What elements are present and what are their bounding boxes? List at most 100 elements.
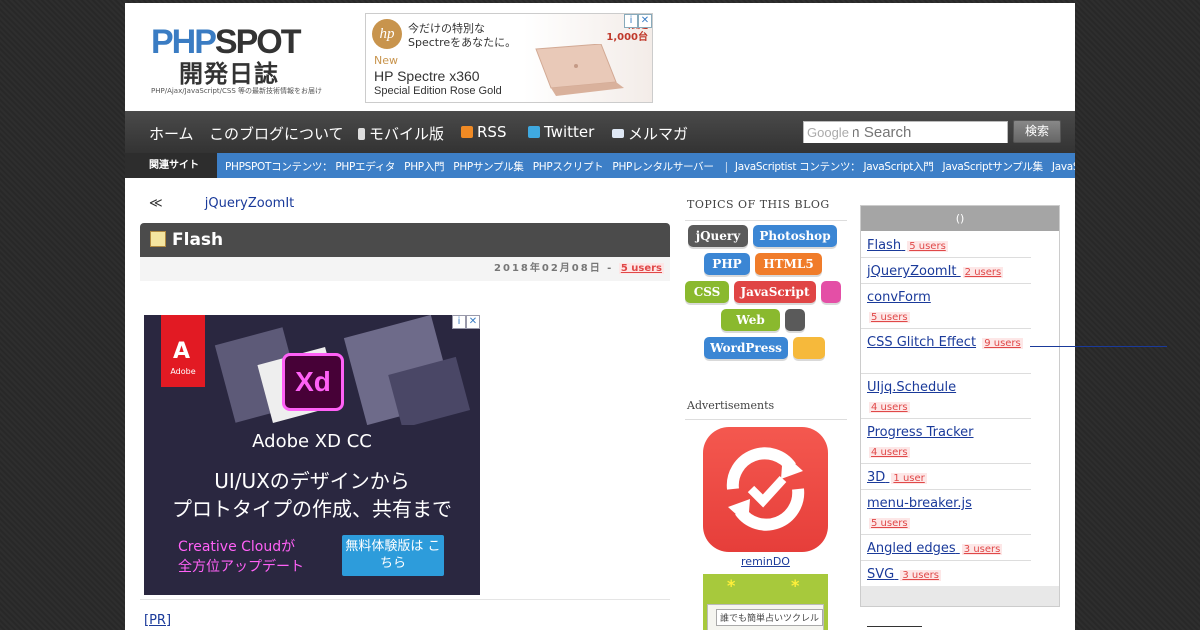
nav-mobile[interactable]: モバイル版 xyxy=(358,123,444,144)
hatena-users-badge[interactable]: 5 users xyxy=(618,263,664,274)
users-badge[interactable]: 1 user xyxy=(891,473,927,484)
link-php-samples[interactable]: PHPサンプル集 xyxy=(453,161,524,173)
ranking-link[interactable]: Progress Tracker xyxy=(867,425,974,440)
tag-pink[interactable] xyxy=(821,281,841,303)
related-links: PHPSPOTコンテンツ： PHPエディタ PHP入門 PHPサンプル集 PHP… xyxy=(225,159,1075,174)
overflow-underline xyxy=(1030,346,1167,347)
users-badge[interactable]: 5 users xyxy=(907,241,948,252)
hp-ad-headline: 今だけの特別な Spectreをあなたに。 xyxy=(408,22,517,49)
link-php-hosting[interactable]: PHPレンタルサーバー xyxy=(612,161,713,173)
close-icon[interactable]: ✕ xyxy=(638,14,652,28)
close-icon[interactable]: ✕ xyxy=(466,315,480,329)
ranking-link-gap xyxy=(956,541,960,556)
post-navigation: ≪ jQueryZoomIt xyxy=(149,196,294,211)
ranking-link-gap xyxy=(957,264,961,279)
users-badge[interactable]: 3 users xyxy=(961,544,1003,555)
tag-dark[interactable] xyxy=(785,309,805,331)
link-js-samples[interactable]: JavaScriptサンプル集 xyxy=(943,161,1044,173)
link-php-editor[interactable]: PHPエディタ xyxy=(335,161,395,173)
link-php-intro[interactable]: PHP入門 xyxy=(404,161,444,173)
nav-about[interactable]: このブログについて xyxy=(209,123,344,144)
hp-banner-ad[interactable]: hp 今だけの特別な Spectreをあなたに。 New HP Spectre … xyxy=(365,13,653,103)
topics-heading: TOPICS OF THIS BLOG xyxy=(687,198,830,211)
users-badge[interactable]: 5 users xyxy=(869,518,910,529)
tag-html5[interactable]: HTML5 xyxy=(755,253,822,275)
ranking-link[interactable]: 3D xyxy=(867,470,885,485)
site-logo[interactable]: PHPSPOT 開発日誌 PHP/Ajax/JavaScript/CSS 等の最… xyxy=(151,23,322,101)
nav-mailmag[interactable]: メルマガ xyxy=(612,123,688,144)
post-date: 2018年02月08日 - xyxy=(494,263,614,274)
link-js-reference[interactable]: JavaScriptリファレンス xyxy=(1052,161,1075,173)
php-group-label: PHPSPOTコンテンツ： xyxy=(225,161,333,173)
search-button[interactable]: 検索 xyxy=(1013,120,1061,143)
users-badge[interactable]: 4 users xyxy=(869,402,910,413)
sidebar-link[interactable] xyxy=(867,621,922,627)
ads-heading: Advertisements xyxy=(687,399,775,412)
ranking-link[interactable]: CSS Glitch Effect xyxy=(867,335,976,350)
fortune-app-ad[interactable]: * * 誰でも簡単占いツクレル xyxy=(703,574,828,630)
ranking-item: Progress Tracker 4 users xyxy=(861,419,1031,464)
ranking-item: convForm 5 users xyxy=(861,284,1031,329)
adobe-ad-cc: Creative Cloudが 全方位アップデート xyxy=(178,539,304,575)
info-icon[interactable]: i xyxy=(452,315,466,329)
ranking-item: menu-breaker.js 5 users xyxy=(861,490,1031,535)
remindo-app-icon[interactable] xyxy=(703,427,828,552)
prev-post-link[interactable]: ≪ xyxy=(149,196,163,211)
ranking-link[interactable]: Angled edges xyxy=(867,541,956,556)
tag-javascript[interactable]: JavaScript xyxy=(734,281,816,303)
ad-choices[interactable]: i ✕ xyxy=(452,315,480,329)
ranking-link-gap xyxy=(901,238,905,253)
divider: | xyxy=(724,161,729,173)
tag-web[interactable]: Web xyxy=(721,309,780,331)
ranking-header: () xyxy=(861,206,1059,231)
tag-css[interactable]: CSS xyxy=(685,281,729,303)
nav-twitter[interactable]: Twitter xyxy=(528,123,594,141)
adobe-logo-icon: A Adobe xyxy=(161,315,205,387)
users-badge[interactable]: 2 users xyxy=(962,267,1004,278)
tag-wordpress[interactable]: WordPress xyxy=(704,337,788,359)
ranking-link[interactable]: Flash xyxy=(867,238,901,253)
link-js-intro[interactable]: JavaScript入門 xyxy=(863,161,933,173)
users-badge[interactable]: 9 users xyxy=(982,338,1023,349)
related-sites-bar: 関連サイト PHPSPOTコンテンツ： PHPエディタ PHP入門 PHPサンプ… xyxy=(125,153,1075,178)
users-badge[interactable]: 3 users xyxy=(900,570,941,581)
tag-php[interactable]: PHP xyxy=(704,253,750,275)
nav-home[interactable]: ホーム xyxy=(149,123,194,144)
sync-check-icon xyxy=(726,447,805,531)
pr-link[interactable]: [PR] xyxy=(144,613,171,628)
adobe-ad-line1: UI/UXのデザインから xyxy=(214,469,410,493)
main-nav: ホーム このブログについて モバイル版 RSS Twitter メルマガ Goo… xyxy=(125,111,1075,153)
ranking-link[interactable]: convForm xyxy=(867,290,931,305)
tag-jquery[interactable]: jQuery xyxy=(688,225,748,247)
related-label: 関連サイト xyxy=(125,153,217,178)
ad-choices[interactable]: i ✕ xyxy=(624,14,652,28)
rss-icon xyxy=(461,126,473,138)
info-icon[interactable]: i xyxy=(624,14,638,28)
next-post-link[interactable]: jQueryZoomIt xyxy=(205,196,295,211)
tag-photoshop[interactable]: Photoshop xyxy=(753,225,837,247)
ranking-item: UIjq.Schedule 4 users xyxy=(861,374,1031,419)
ranking-link[interactable]: UIjq.Schedule xyxy=(867,380,956,395)
ranking-item: jQueryZoomIt 2 users xyxy=(861,258,1031,284)
users-badge[interactable]: 4 users xyxy=(869,447,910,458)
nav-rss[interactable]: RSS xyxy=(461,123,506,141)
adobe-trial-button[interactable]: 無料体験版は こちら xyxy=(342,535,444,576)
memo-icon xyxy=(150,231,166,247)
adobe-xd-ad[interactable]: A Adobe Xd Adobe XD CC UI/UXのデザインから プロトタイ… xyxy=(144,315,480,595)
ranking-box: () Flash 5 users jQueryZoomIt 2 users co… xyxy=(860,205,1060,607)
ranking-link[interactable]: menu-breaker.js xyxy=(867,496,972,511)
adobe-ad-title: Adobe XD CC xyxy=(252,431,372,452)
star-icon: * xyxy=(727,576,736,595)
ad-screen: 誰でも簡単占いツクレル xyxy=(707,604,824,630)
ranking-link[interactable]: jQueryZoomIt xyxy=(867,264,957,279)
xd-app-icon: Xd xyxy=(282,353,344,411)
ranking-link[interactable]: SVG xyxy=(867,567,894,582)
post-meta: 2018年02月08日 - 5 users xyxy=(140,257,670,281)
link-php-scripts[interactable]: PHPスクリプト xyxy=(533,161,604,173)
tag-yellow[interactable] xyxy=(793,337,825,359)
twitter-icon xyxy=(528,126,540,138)
remindo-link[interactable]: reminDO xyxy=(703,555,828,568)
star-icon: * xyxy=(791,576,800,595)
hp-ad-new: New xyxy=(374,54,398,67)
users-badge[interactable]: 5 users xyxy=(869,312,910,323)
